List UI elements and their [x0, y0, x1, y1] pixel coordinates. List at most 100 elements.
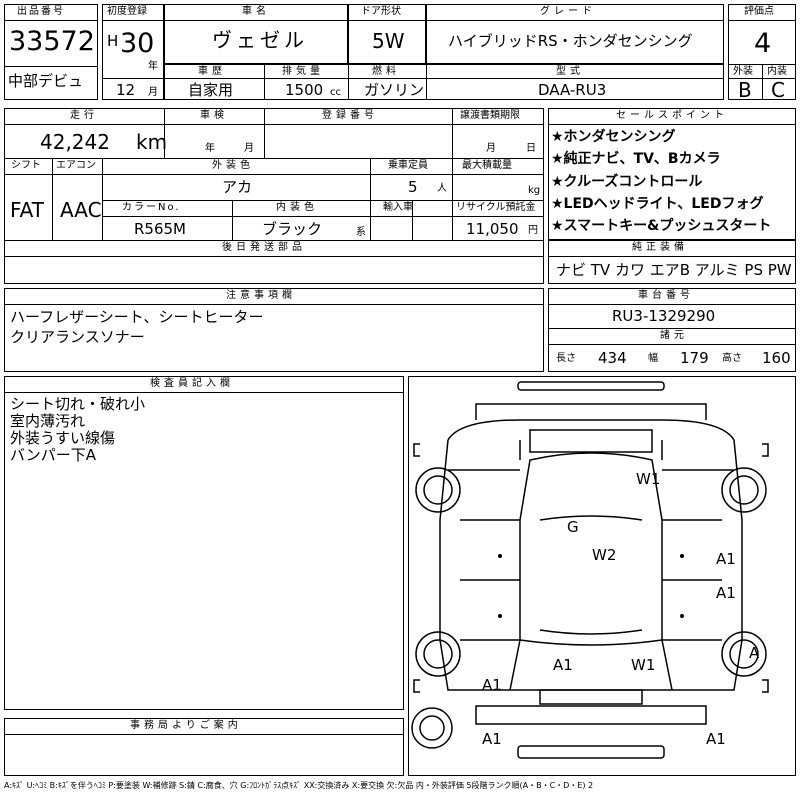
- displacement-label: 排気量: [282, 66, 324, 77]
- mileage-label: 走行: [70, 110, 98, 121]
- sales-point-item: ★純正ナビ、TV、Bカメラ: [551, 151, 721, 167]
- interior-color-label: 内装色: [276, 202, 318, 213]
- exterior-label: 外装: [733, 66, 753, 77]
- diagram-box: [408, 376, 796, 776]
- sales-point-item: ★ホンダセンシング: [551, 129, 676, 145]
- height-value: 160: [762, 349, 791, 367]
- interior-label: 内装: [767, 66, 787, 77]
- damage-mark: W2: [592, 546, 617, 564]
- width-label: 幅: [648, 353, 658, 364]
- transfer-day-unit: 日: [526, 143, 536, 154]
- recycle-value: 11,050: [466, 220, 519, 238]
- displacement-unit: cc: [330, 87, 341, 98]
- height-label: 高さ: [722, 353, 742, 364]
- mileage-unit: km: [136, 130, 168, 154]
- inspector-line: バンパー下A: [10, 446, 97, 464]
- length-value: 434: [598, 349, 627, 367]
- lot-number: 33572: [9, 26, 95, 57]
- recycle-label: リサイクル預託金: [456, 202, 536, 213]
- model-label: 型式: [556, 66, 584, 77]
- car-name-label: 車名: [242, 6, 270, 17]
- inspector-line: シート切れ・破れ小: [10, 395, 146, 413]
- month-unit: 月: [148, 87, 158, 98]
- inspection-year-unit: 年: [205, 143, 215, 154]
- lot-label: 出品番号: [17, 6, 65, 17]
- exterior-grade: B: [738, 78, 752, 102]
- debut-label: 中部デビュ: [8, 72, 84, 90]
- score-label: 評価点: [744, 6, 774, 17]
- sales-point-item: ★LEDヘッドライト、LEDフォグ: [551, 196, 764, 212]
- registration-year: 30: [120, 28, 155, 59]
- model-value: DAA-RU3: [538, 81, 607, 99]
- ac-label: エアコン: [56, 160, 96, 171]
- color-number-value: R565M: [134, 220, 186, 238]
- inspector-label: 検査員記入欄: [150, 378, 234, 389]
- recycle-unit: 円: [528, 225, 538, 236]
- damage-mark: A1: [482, 676, 502, 694]
- inspection-label: 車検: [200, 110, 228, 121]
- sales-point-item: ★スマートキー&プッシュスタート: [551, 218, 772, 234]
- notes-label: 注意事項欄: [226, 290, 296, 301]
- interior-color-suffix: 系: [356, 227, 366, 238]
- door-label: ドア形状: [361, 6, 401, 17]
- car-name: ヴェゼル: [212, 28, 308, 52]
- shift-value: FAT: [10, 198, 45, 222]
- dims-label: 諸元: [660, 330, 688, 341]
- exterior-color-label: 外装色: [212, 160, 254, 171]
- later-parts-label: 後日発送部品: [222, 242, 306, 253]
- damage-mark: W1: [636, 470, 661, 488]
- sales-point-item: ★クルーズコントロール: [551, 174, 703, 190]
- damage-legend: A:ｷｽﾞ U:ﾍｺﾐ B:ｷｽﾞを伴うﾍｺﾐ P:要塗装 W:補修跡 S:錆 …: [4, 781, 594, 790]
- first-registration-label: 初度登録: [107, 6, 147, 17]
- fuel-value: ガソリン: [364, 81, 425, 99]
- inspector-line: 室内薄汚れ: [10, 412, 86, 430]
- year-unit: 年: [148, 61, 158, 72]
- chassis-number: RU3-1329290: [612, 307, 716, 325]
- damage-mark: A1: [482, 730, 502, 748]
- transfer-month-unit: 月: [486, 143, 496, 154]
- mileage-value: 42,242: [40, 130, 110, 154]
- grade-label: グレード: [540, 6, 596, 17]
- capacity-label: 乗車定員: [388, 160, 428, 171]
- history-label: 車歴: [198, 66, 226, 77]
- displacement-value: 1500: [285, 81, 324, 99]
- damage-mark: A1: [716, 550, 736, 568]
- office-label: 事務局よりご案内: [130, 720, 242, 731]
- load-unit: kg: [528, 185, 541, 196]
- grade-value: ハイブリッドRS・ホンダセンシング: [448, 32, 693, 50]
- spec-row: [164, 64, 724, 100]
- sales-points-label: セールスポイント: [616, 110, 728, 121]
- chassis-label: 車台番号: [638, 290, 694, 301]
- inspector-line: 外装うすい線傷: [10, 429, 116, 447]
- import-label: 輸入車: [383, 202, 413, 213]
- damage-mark: W1: [631, 656, 656, 674]
- transfer-deadline-label: 譲渡書類期限: [460, 110, 520, 121]
- damage-mark: G: [567, 518, 579, 536]
- exterior-color-value: アカ: [222, 178, 253, 196]
- score-value: 4: [754, 28, 772, 59]
- width-value: 179: [680, 349, 709, 367]
- shift-label: シフト: [11, 160, 41, 171]
- fuel-label: 燃料: [372, 66, 400, 77]
- registration-month: 12: [116, 81, 136, 99]
- equipment-label: 純正装備: [632, 242, 688, 253]
- damage-mark: A: [749, 644, 760, 662]
- max-load-label: 最大積載量: [462, 160, 512, 171]
- registration-number-label: 登録番号: [322, 110, 378, 121]
- notes-line: ハーフレザーシート、シートヒーター: [10, 308, 264, 326]
- interior-grade: C: [771, 78, 785, 102]
- equipment-value: ナビ TV カワ エアB アルミ PS PW: [556, 261, 792, 279]
- damage-mark: A1: [716, 584, 736, 602]
- length-label: 長さ: [556, 353, 576, 364]
- capacity-value: 5: [408, 178, 418, 196]
- interior-color-value: ブラック: [262, 220, 323, 238]
- ac-value: AAC: [60, 198, 102, 222]
- color-number-label: カラーNo.: [122, 202, 181, 213]
- notes-line: クリアランスソナー: [10, 328, 145, 346]
- inspection-month-unit: 月: [244, 143, 254, 154]
- capacity-unit: 人: [437, 183, 447, 194]
- history-value: 自家用: [188, 81, 234, 99]
- era-letter: H: [107, 32, 119, 50]
- damage-mark: A1: [706, 730, 726, 748]
- damage-mark: A1: [553, 656, 573, 674]
